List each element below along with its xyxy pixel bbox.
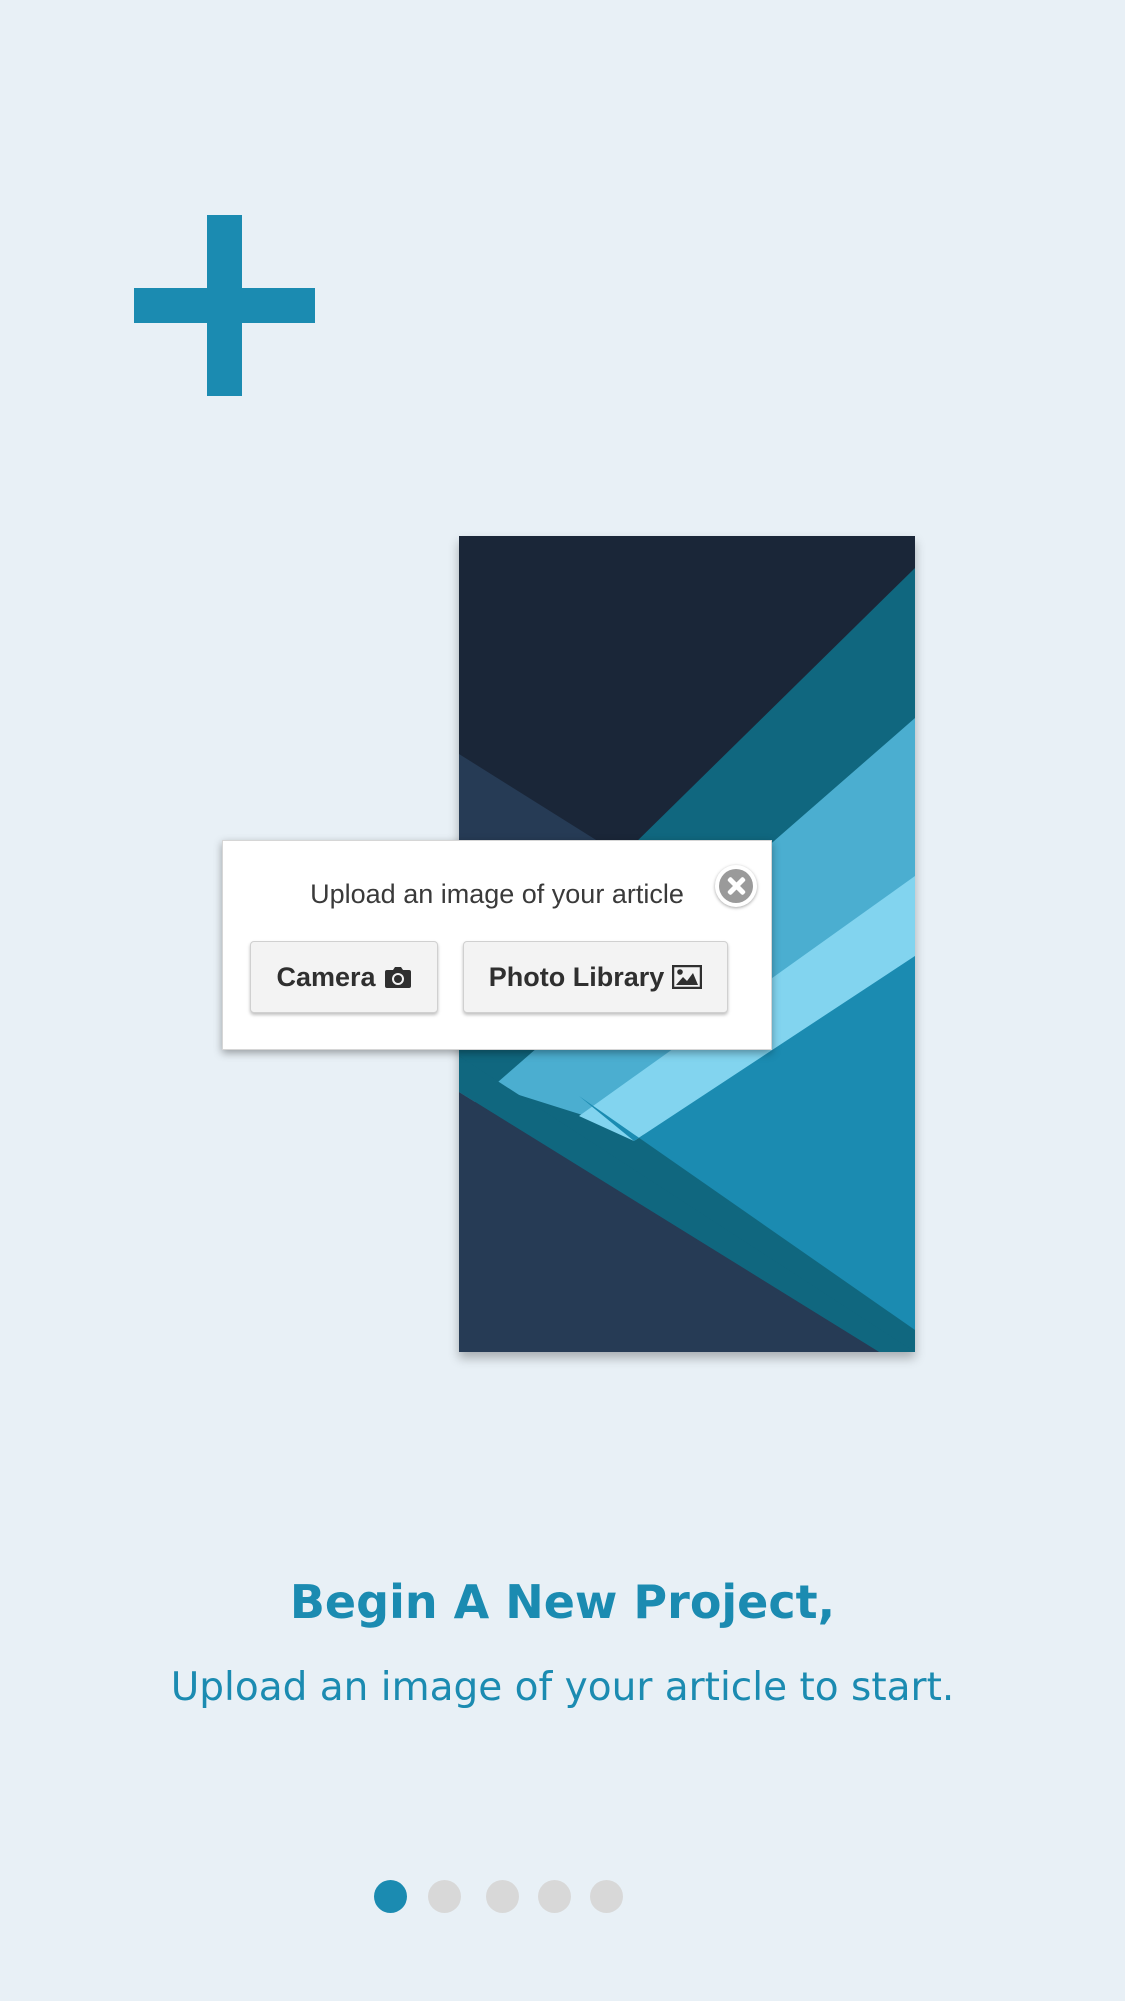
camera-button[interactable]: Camera [250,941,438,1013]
camera-icon [384,965,412,989]
onboarding-headline: Begin A New Project, [289,1575,836,1629]
page-dot-1[interactable] [374,1880,407,1913]
dialog-title: Upload an image of your article [310,879,684,909]
camera-button-label: Camera [276,961,376,992]
upload-dialog: Upload an image of your article Camera P… [222,840,772,1050]
photo-library-button-label: Photo Library [488,961,665,992]
page-dot-3[interactable] [486,1880,519,1913]
page-dot-4[interactable] [538,1880,571,1913]
onboarding-screen: Upload an image of your article Camera P… [0,0,1125,2001]
close-icon [719,869,753,903]
photo-library-button[interactable]: Photo Library [463,941,728,1013]
page-dot-5[interactable] [590,1880,623,1913]
plus-icon [134,215,315,396]
page-dot-2[interactable] [428,1880,461,1913]
onboarding-subtitle: Upload an image of your article to start… [170,1665,955,1710]
close-button[interactable] [715,865,757,907]
image-icon [672,965,703,989]
